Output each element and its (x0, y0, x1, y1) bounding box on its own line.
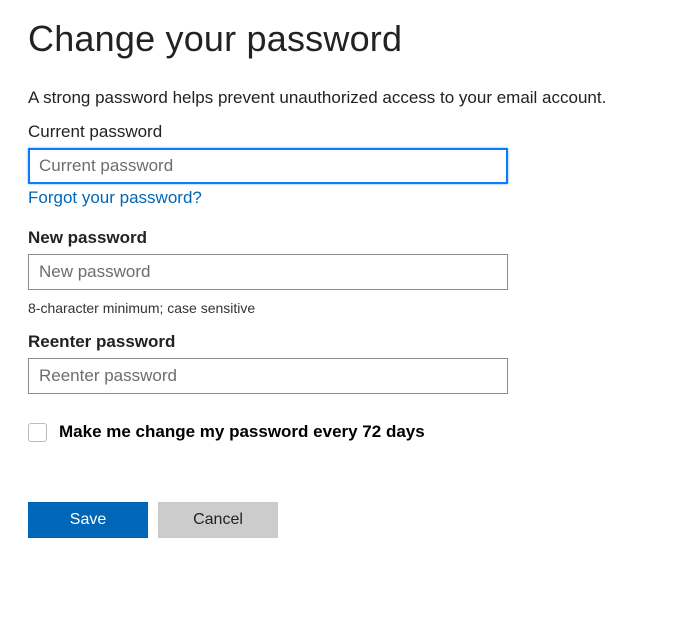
current-password-label: Current password (28, 122, 652, 142)
new-password-section: New password 8-character minimum; case s… (28, 228, 652, 316)
password-hint: 8-character minimum; case sensitive (28, 300, 652, 316)
new-password-label: New password (28, 228, 652, 248)
expire-checkbox[interactable] (28, 423, 47, 442)
current-password-section: Current password (28, 122, 652, 184)
expire-checkbox-label: Make me change my password every 72 days (59, 422, 425, 442)
reenter-password-section: Reenter password (28, 332, 652, 394)
new-password-input[interactable] (28, 254, 508, 290)
expire-checkbox-row: Make me change my password every 72 days (28, 422, 652, 442)
cancel-button[interactable]: Cancel (158, 502, 278, 538)
page-title: Change your password (28, 18, 652, 60)
forgot-password-link[interactable]: Forgot your password? (28, 188, 202, 208)
reenter-password-label: Reenter password (28, 332, 652, 352)
save-button[interactable]: Save (28, 502, 148, 538)
current-password-input[interactable] (28, 148, 508, 184)
description-text: A strong password helps prevent unauthor… (28, 88, 652, 108)
reenter-password-input[interactable] (28, 358, 508, 394)
button-row: Save Cancel (28, 502, 652, 538)
